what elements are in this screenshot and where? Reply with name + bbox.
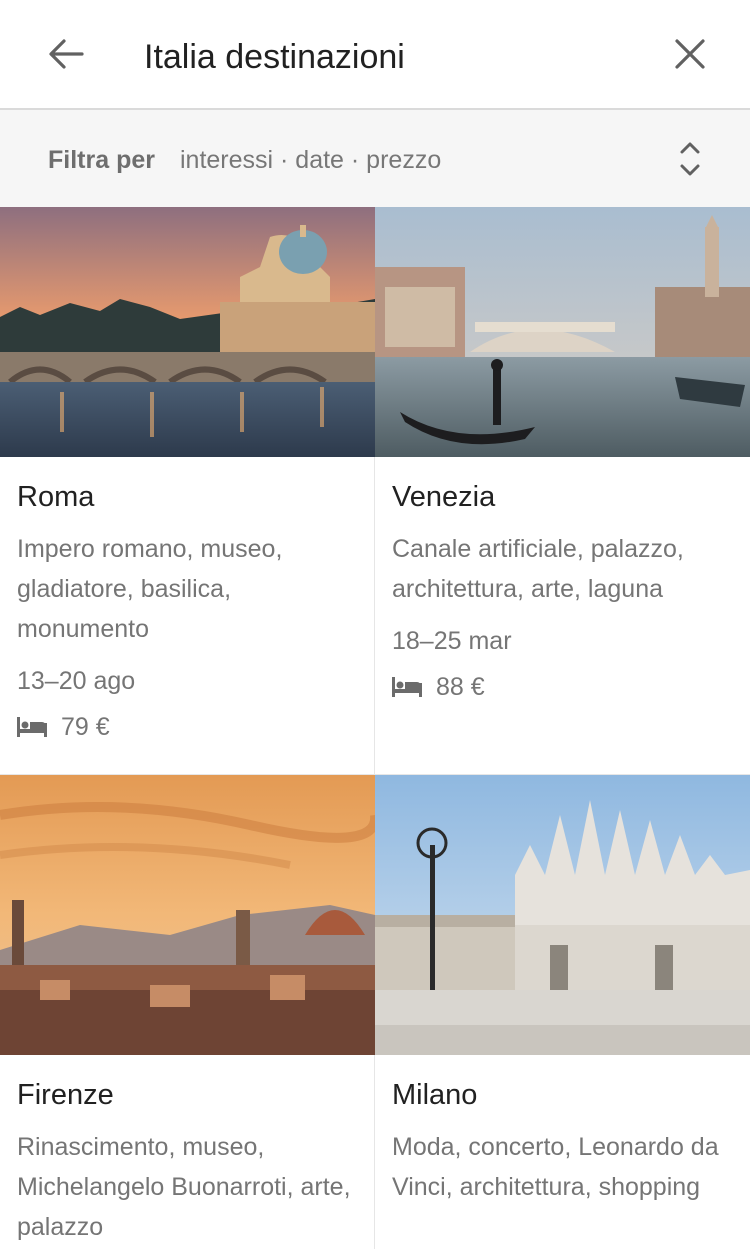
hotel-price: 88 € xyxy=(392,671,485,703)
filter-expand-button[interactable] xyxy=(672,136,708,182)
destination-name: Milano xyxy=(392,1079,478,1111)
close-button[interactable] xyxy=(664,28,716,80)
destination-card-venezia[interactable]: Venezia Canale artificiale, palazzo, arc… xyxy=(375,207,750,775)
filter-label: Filtra per xyxy=(48,146,155,174)
destination-name: Firenze xyxy=(17,1079,114,1111)
page-title: Italia destinazioni xyxy=(144,38,405,76)
filter-values[interactable]: interessi · date · prezzo xyxy=(180,144,441,176)
price-value: 88 € xyxy=(436,672,485,701)
hotel-bed-icon xyxy=(392,677,422,697)
destination-dates: 13–20 ago xyxy=(17,667,136,695)
destination-description: Impero romano, museo, gladiatore, basili… xyxy=(17,535,283,643)
destination-card-milano[interactable]: Milano Moda, concerto, Leonardo da Vinci… xyxy=(375,775,750,1249)
destination-description: Canale artificiale, palazzo, architettur… xyxy=(392,535,684,603)
price-value: 79 € xyxy=(61,712,110,741)
hotel-price: 79 € xyxy=(17,711,110,743)
back-button[interactable] xyxy=(40,30,92,78)
close-icon xyxy=(675,39,705,69)
top-app-bar: Italia destinazioni xyxy=(0,0,750,110)
hotel-bed-icon xyxy=(17,717,47,737)
arrow-back-icon xyxy=(49,39,84,69)
destination-name: Roma xyxy=(17,481,95,513)
destination-name: Venezia xyxy=(392,481,496,513)
destination-photo xyxy=(0,775,375,1055)
destination-dates: 18–25 mar xyxy=(392,627,512,655)
destination-photo xyxy=(375,207,750,457)
destination-card-roma[interactable]: Roma Impero romano, museo, gladiatore, b… xyxy=(0,207,375,775)
destination-photo xyxy=(375,775,750,1055)
unfold-more-icon xyxy=(680,142,700,176)
destination-description: Rinascimento, museo, Michelangelo Buonar… xyxy=(17,1133,351,1241)
destination-card-firenze[interactable]: Firenze Rinascimento, museo, Michelangel… xyxy=(0,775,375,1249)
destination-photo xyxy=(0,207,375,457)
destination-description: Moda, concerto, Leonardo da Vinci, archi… xyxy=(392,1133,719,1201)
